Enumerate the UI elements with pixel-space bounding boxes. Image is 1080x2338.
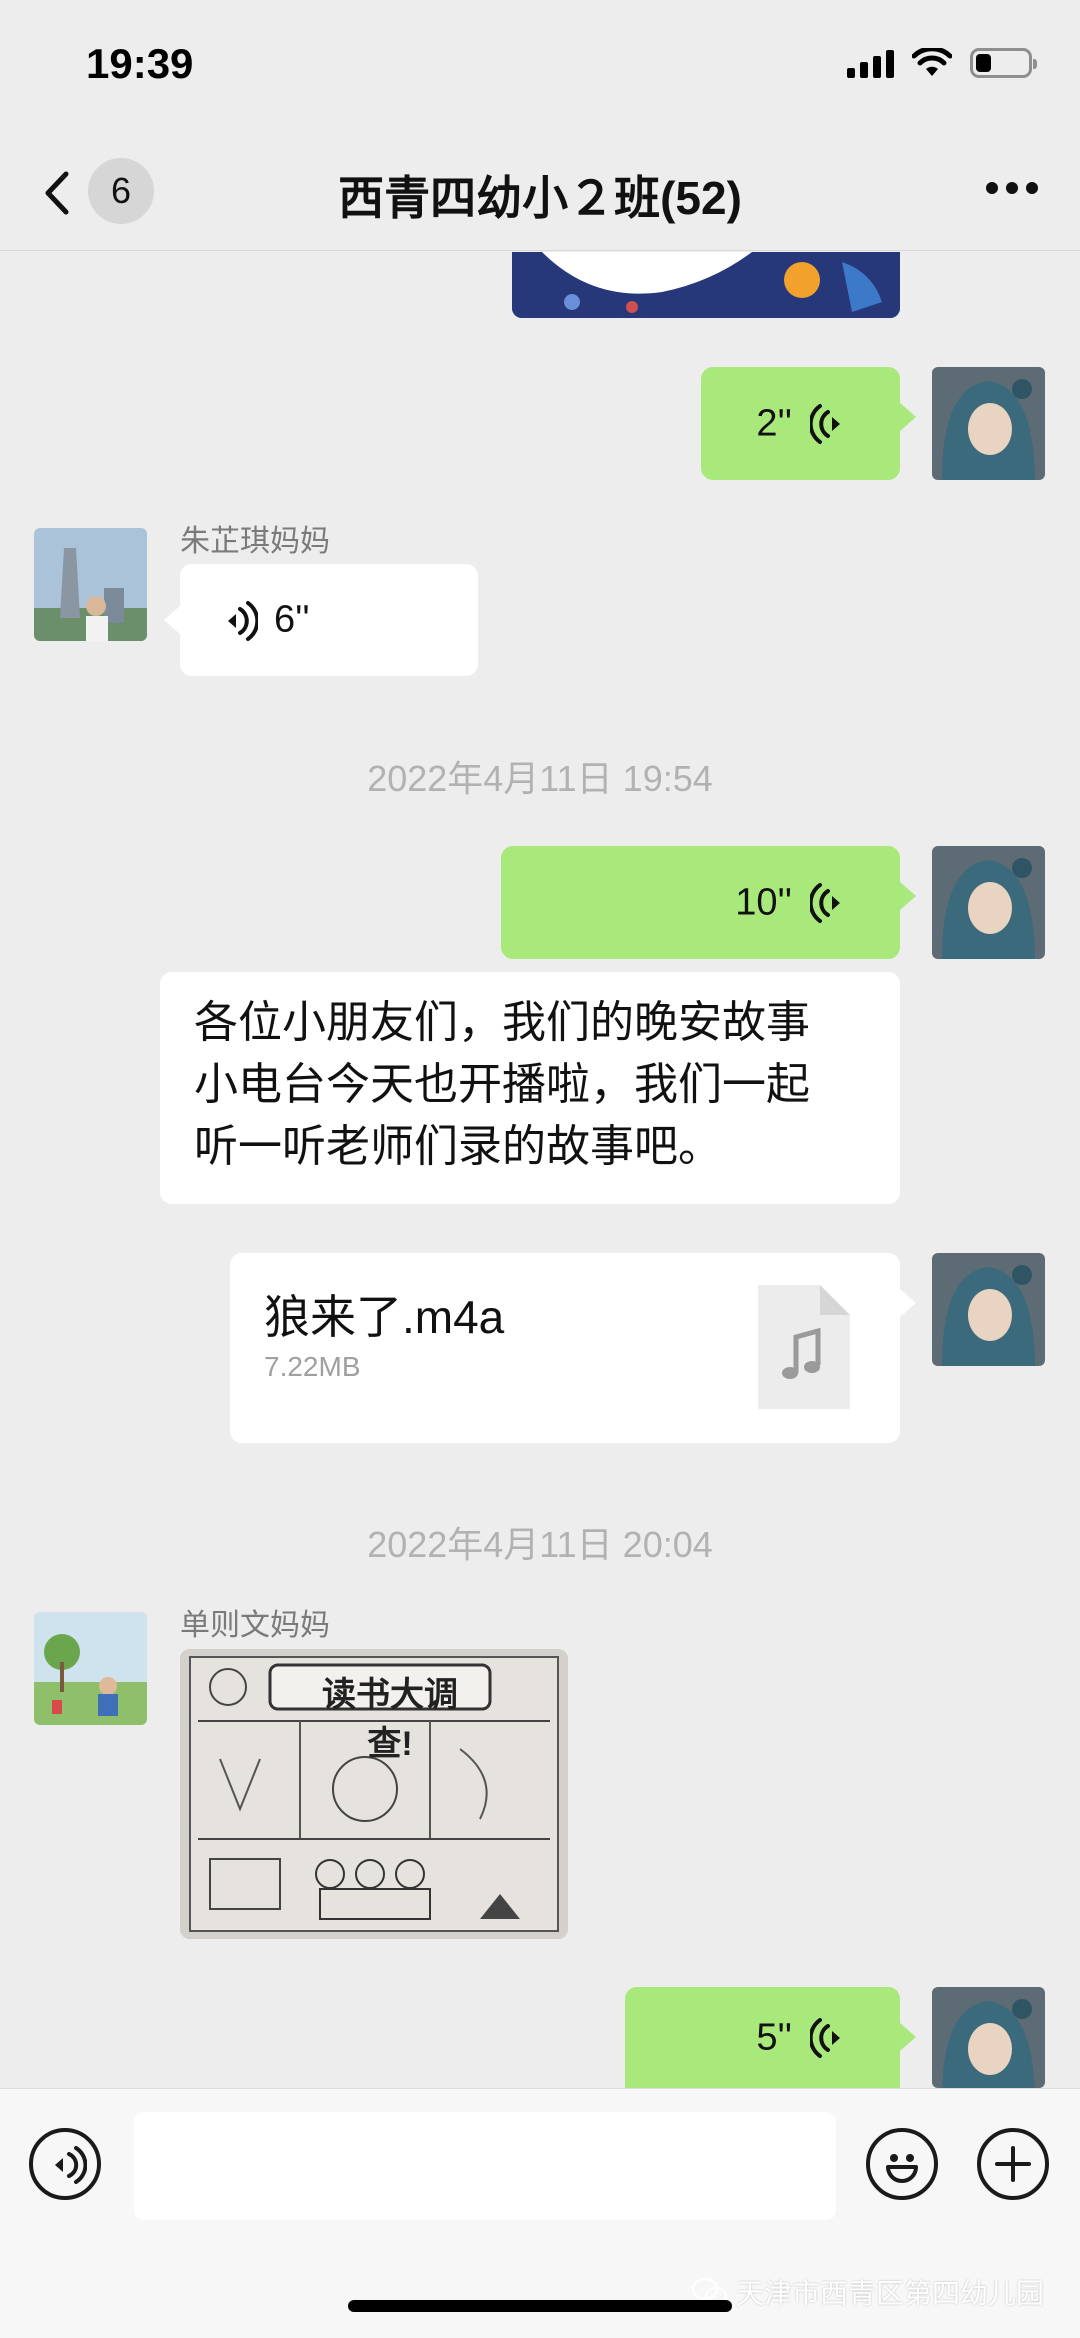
- voice-duration: 2'': [756, 402, 792, 444]
- message-line: 小电台今天也开播啦，我们一起: [194, 1060, 810, 1109]
- image-message-partial[interactable]: [512, 252, 900, 318]
- voice-icon: [55, 2146, 87, 2184]
- message-line: 各位小朋友们，我们的晚安故事: [194, 998, 810, 1047]
- text-message[interactable]: 各位小朋友们，我们的晚安故事 小电台今天也开播啦，我们一起 听一听老师们录的故事…: [160, 972, 900, 1204]
- avatar-image: [932, 367, 1045, 480]
- audio-file-icon: [758, 1285, 850, 1409]
- voice-message-incoming[interactable]: 6'': [164, 564, 478, 676]
- avatar-image: [34, 1612, 147, 1725]
- cellular-signal-icon: [847, 48, 894, 78]
- file-message[interactable]: 狼来了.m4a 7.22MB: [230, 1253, 916, 1443]
- plus-button[interactable]: [977, 2128, 1049, 2200]
- voice-duration: 6'': [274, 598, 310, 641]
- voice-wave-icon: [810, 2018, 840, 2058]
- voice-message-outgoing[interactable]: 2'': [701, 367, 916, 480]
- wifi-icon: [912, 48, 952, 76]
- timestamp: 2022年4月11日 20:04: [367, 1524, 713, 1565]
- my-avatar[interactable]: [932, 1253, 1045, 1366]
- file-size: 7.22MB: [264, 1351, 361, 1382]
- plus-icon: [995, 2146, 1031, 2182]
- image-title: 读书大调查!: [322, 1676, 458, 1763]
- my-avatar[interactable]: [932, 367, 1045, 480]
- file-name: 狼来了.m4a: [264, 1291, 505, 1343]
- voice-input-button[interactable]: [29, 2128, 101, 2200]
- battery-icon: [970, 48, 1037, 78]
- avatar-image: [34, 528, 147, 641]
- avatar-image: [932, 1253, 1045, 1366]
- my-avatar[interactable]: [932, 1987, 1045, 2088]
- voice-duration: 5'': [756, 2016, 792, 2058]
- timestamp: 2022年4月11日 19:54: [367, 758, 713, 799]
- more-options-icon[interactable]: [984, 180, 1040, 196]
- message-input[interactable]: [134, 2112, 836, 2220]
- watermark-text: 天津市西青区第四幼儿园: [735, 2278, 1044, 2309]
- status-icons: [847, 48, 1037, 78]
- voice-wave-icon: [810, 883, 840, 923]
- sender-avatar[interactable]: [34, 1612, 147, 1725]
- voice-message-outgoing[interactable]: 10'': [501, 846, 916, 959]
- sender-avatar[interactable]: [34, 528, 147, 641]
- status-time: 19:39: [86, 40, 194, 87]
- avatar-image: [932, 846, 1045, 959]
- avatar-image: [932, 1987, 1045, 2088]
- message-line: 听一听老师们录的故事吧。: [194, 1122, 722, 1171]
- sender-name: 单则文妈妈: [180, 1609, 330, 1642]
- image-message[interactable]: 读书大调查!: [180, 1649, 568, 1939]
- voice-wave-icon: [228, 601, 258, 641]
- my-avatar[interactable]: [932, 846, 1045, 959]
- emoji-button[interactable]: [866, 2128, 938, 2200]
- sender-name: 朱芷琪妈妈: [180, 525, 330, 558]
- watermark: 天津市西青区第四幼儿园: [691, 2272, 1044, 2312]
- smiley-icon: [886, 2154, 918, 2183]
- home-indicator[interactable]: [348, 2300, 732, 2312]
- chat-title: 西青四幼小２班(52): [338, 172, 742, 224]
- voice-message-outgoing[interactable]: 5'': [625, 1987, 916, 2088]
- voice-wave-icon: [810, 404, 840, 444]
- voice-duration: 10'': [735, 881, 792, 923]
